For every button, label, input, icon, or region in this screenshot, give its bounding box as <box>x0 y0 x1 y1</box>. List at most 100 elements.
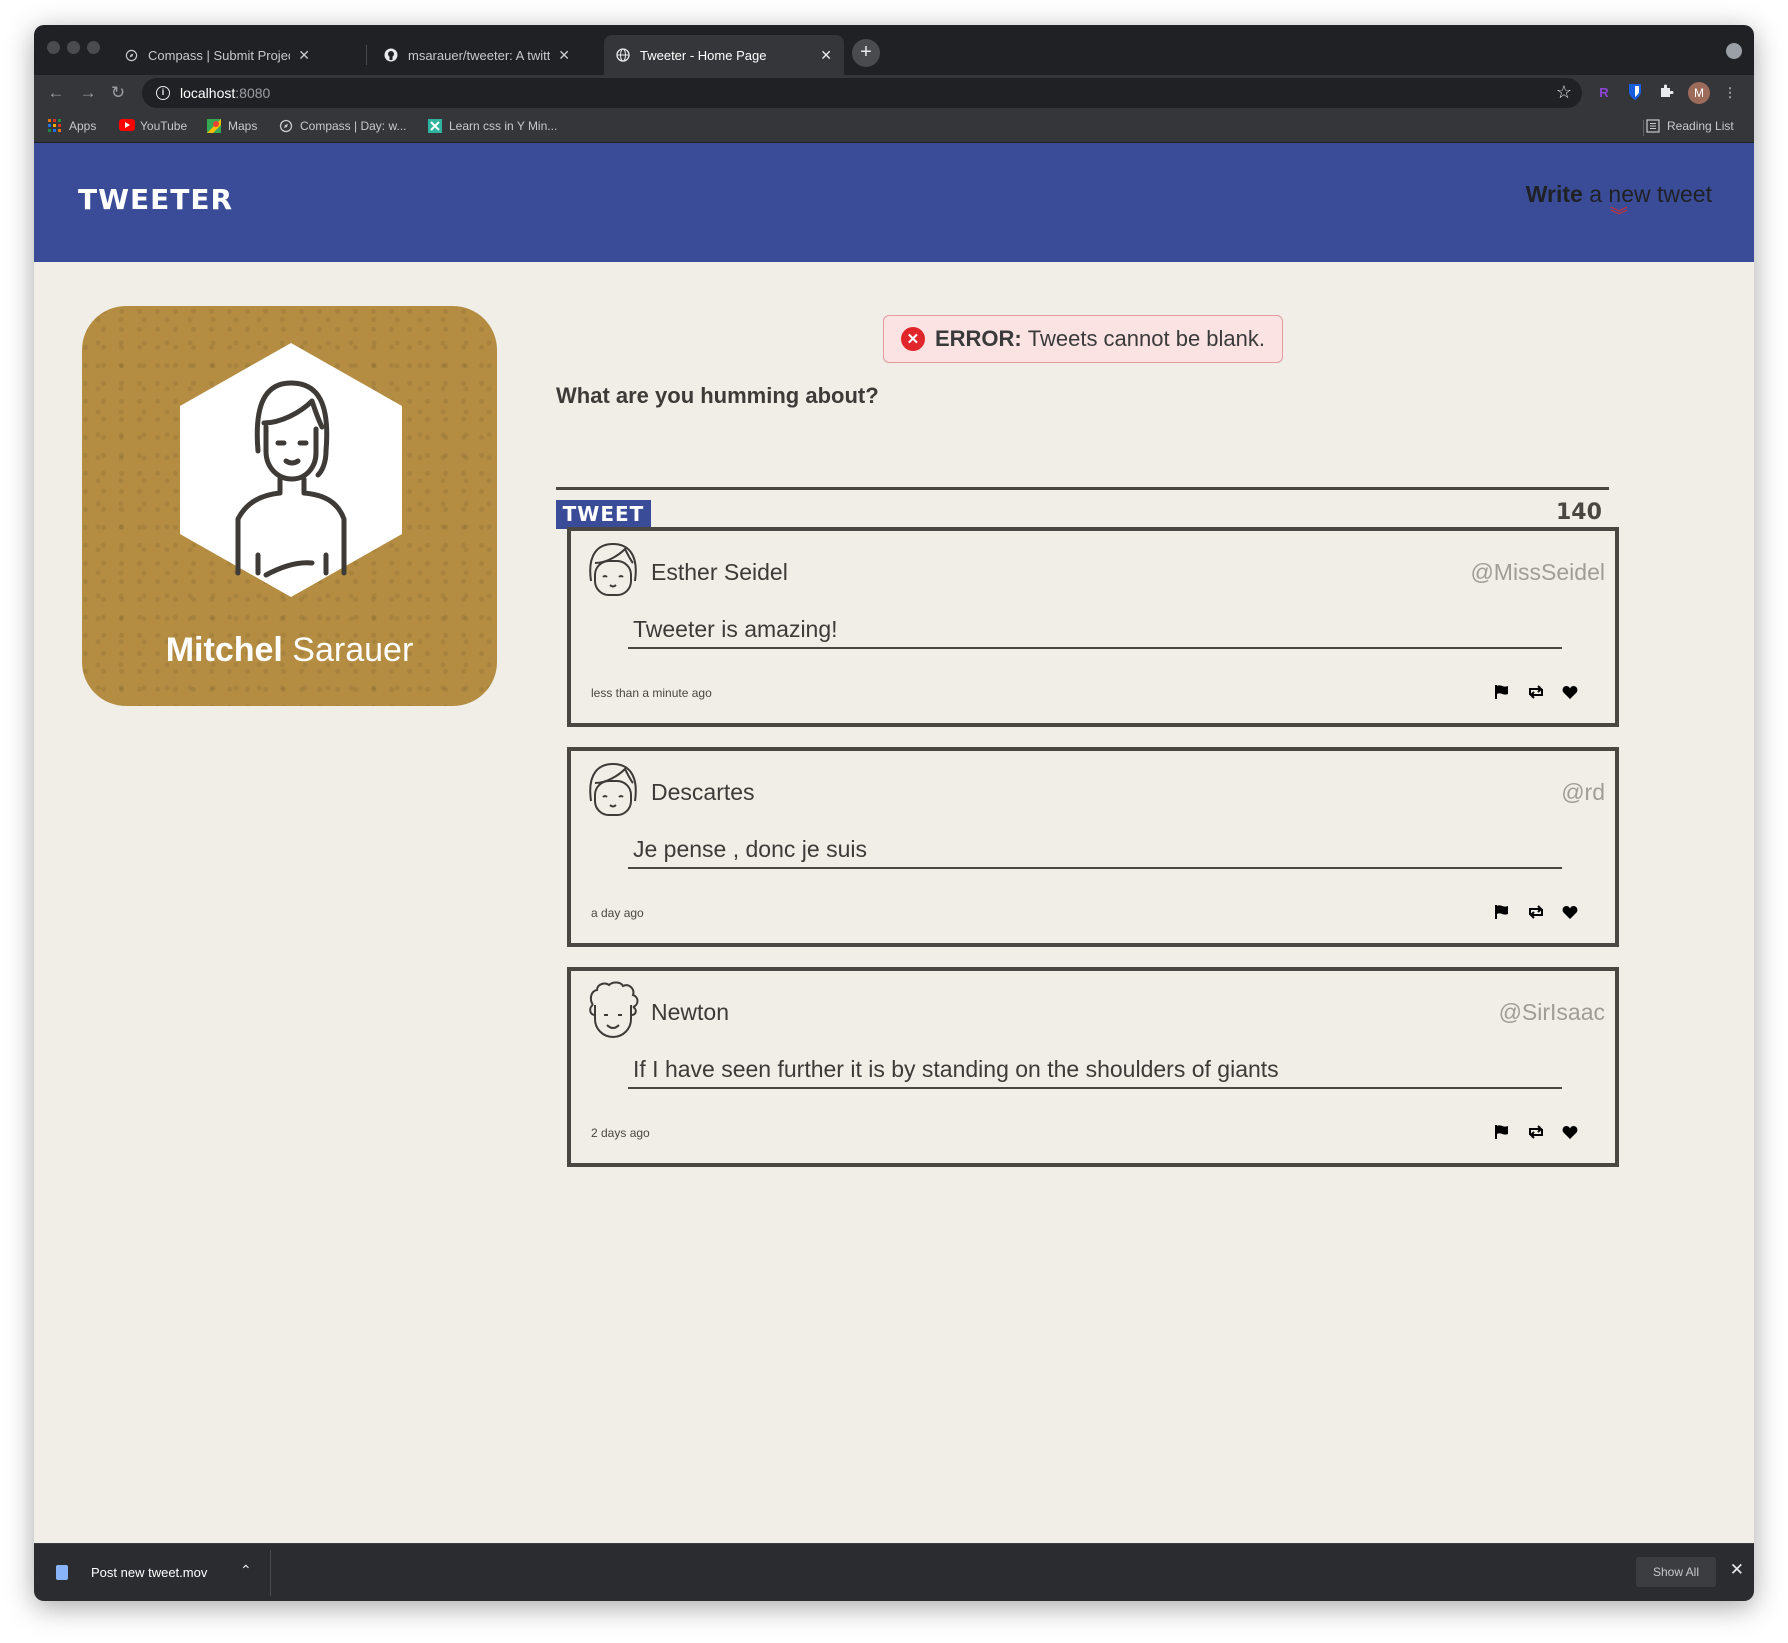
globe-favicon-icon <box>616 48 630 62</box>
tweet-article: Esther Seidel @MissSeidel Tweeter is ama… <box>567 527 1619 727</box>
close-icon[interactable]: ✕ <box>1730 1560 1744 1580</box>
download-separator <box>270 1550 271 1596</box>
error-label: ERROR: <box>934 326 1022 351</box>
flag-icon[interactable] <box>1493 1123 1511 1141</box>
tab-title: msarauer/tweeter: A twitter clo <box>408 47 551 63</box>
puzzle-extensions-icon[interactable] <box>1656 83 1676 103</box>
tab-close-icon[interactable]: ✕ <box>820 47 832 64</box>
tab-search-icon[interactable] <box>1726 43 1742 59</box>
tab-close-icon[interactable]: ✕ <box>298 47 310 64</box>
page-content: TWEETER Write a new tweet ︾ Mitchel Sara… <box>34 143 1754 1543</box>
compass-favicon-icon <box>124 48 138 62</box>
download-bar: Post new tweet.mov ⌃ Show All ✕ <box>34 1543 1754 1601</box>
youtube-icon <box>119 119 135 133</box>
bookmark-learn-css[interactable]: Learn css in Y Min... <box>428 119 557 133</box>
browser-toolbar: ← → ↻ i localhost:8080 ☆ R M ⋮ <box>34 75 1754 111</box>
retweet-icon[interactable] <box>1527 1123 1545 1141</box>
tab-separator <box>366 45 367 65</box>
show-all-button[interactable]: Show All <box>1636 1557 1716 1587</box>
reload-icon[interactable]: ↻ <box>106 81 130 105</box>
apps-grid-icon <box>48 119 62 133</box>
bookmark-star-icon[interactable]: ☆ <box>1556 82 1572 103</box>
back-arrow-icon[interactable]: ← <box>44 81 68 105</box>
tweet-author-handle: @MissSeidel <box>1470 559 1605 585</box>
flag-icon[interactable] <box>1493 683 1511 701</box>
tweet-author-handle: @SirIsaac <box>1498 999 1605 1025</box>
tweet-textarea-placeholder[interactable]: What are you humming about? <box>556 383 879 409</box>
maximize-window-button[interactable] <box>87 41 100 54</box>
minimize-window-button[interactable] <box>67 41 80 54</box>
heart-icon[interactable] <box>1561 1123 1579 1141</box>
tweet-actions <box>1493 1123 1579 1141</box>
site-header: TWEETER Write a new tweet ︾ <box>34 143 1754 262</box>
double-chevron-down-icon: ︾ <box>1609 206 1628 226</box>
tweet-actions <box>1493 683 1579 701</box>
url-text: localhost:8080 <box>180 85 271 101</box>
bookmark-maps[interactable]: Maps <box>207 119 257 133</box>
browser-window: Compass | Submit Project for E ✕ msaraue… <box>34 25 1754 1601</box>
tweet-timestamp: a day ago <box>591 906 644 920</box>
tweet-timestamp: 2 days ago <box>591 1126 650 1140</box>
reading-list-icon <box>1646 119 1660 133</box>
bookmark-apps[interactable]: Apps <box>48 119 96 133</box>
profile-name: Mitchel Sarauer <box>165 631 414 669</box>
forward-arrow-icon[interactable]: → <box>76 81 100 105</box>
girl-avatar-icon <box>589 542 637 596</box>
bookmark-youtube[interactable]: YouTube <box>119 119 187 133</box>
info-icon[interactable]: i <box>156 86 170 100</box>
heart-icon[interactable] <box>1561 903 1579 921</box>
tab-github[interactable]: msarauer/tweeter: A twitter clo ✕ <box>372 35 582 75</box>
user-avatar-icon <box>180 343 402 597</box>
tweet-article: Descartes @rd Je pense , donc je suis a … <box>567 747 1619 947</box>
learnxiny-icon <box>428 119 442 133</box>
tweet-author-handle: @rd <box>1561 779 1605 805</box>
profile-card: Mitchel Sarauer <box>82 306 497 706</box>
retweet-icon[interactable] <box>1527 903 1545 921</box>
error-x-icon: ✕ <box>900 327 925 351</box>
heart-icon[interactable] <box>1561 683 1579 701</box>
file-icon <box>56 1565 68 1580</box>
extension-r-icon[interactable]: R <box>1594 83 1614 103</box>
profile-avatar[interactable]: M <box>1688 82 1710 104</box>
tab-tweeter[interactable]: Tweeter - Home Page ✕ <box>604 35 844 75</box>
tab-strip: Compass | Submit Project for E ✕ msaraue… <box>34 25 1754 75</box>
tweet-article: Newton @SirIsaac If I have seen further … <box>567 967 1619 1167</box>
error-message: ✕ ERROR: Tweets cannot be blank. <box>883 315 1283 363</box>
chevron-up-icon[interactable]: ⌃ <box>240 1562 252 1579</box>
new-tab-button[interactable]: + <box>852 39 880 67</box>
brand-logo[interactable]: TWEETER <box>78 183 233 216</box>
retweet-icon[interactable] <box>1527 683 1545 701</box>
error-text: Tweets cannot be blank. <box>1027 326 1266 351</box>
download-filename[interactable]: Post new tweet.mov <box>91 1565 207 1580</box>
tweet-author-name: Descartes <box>651 779 755 805</box>
tab-close-icon[interactable]: ✕ <box>558 47 570 64</box>
tweet-submit-button[interactable]: TWEET <box>556 500 651 529</box>
tweet-actions <box>1493 903 1579 921</box>
tweet-content: Je pense , donc je suis <box>628 836 1562 869</box>
tweet-timestamp: less than a minute ago <box>591 686 712 700</box>
github-favicon-icon <box>384 48 398 62</box>
bitwarden-shield-icon[interactable] <box>1625 83 1645 103</box>
flag-icon[interactable] <box>1493 903 1511 921</box>
tweet-author-name: Esther Seidel <box>651 559 788 585</box>
bookmarks-bar: Apps YouTube Maps Compass | Day: w... Le… <box>34 111 1754 143</box>
boy-avatar-icon <box>589 981 639 1039</box>
maps-pin-icon <box>207 119 221 133</box>
tab-compass[interactable]: Compass | Submit Project for E ✕ <box>112 35 322 75</box>
bookmark-compass[interactable]: Compass | Day: w... <box>279 119 406 133</box>
write-new-tweet-toggle[interactable]: Write a new tweet ︾ <box>1525 181 1712 226</box>
char-counter: 140 <box>1556 500 1602 525</box>
tab-title: Tweeter - Home Page <box>640 47 767 63</box>
bookmark-separator <box>1643 120 1644 136</box>
address-bar[interactable]: i localhost:8080 ☆ <box>142 78 1582 108</box>
girl-avatar-icon <box>589 762 637 816</box>
tab-title: Compass | Submit Project for E <box>148 47 290 63</box>
close-window-button[interactable] <box>47 41 60 54</box>
write-bold-label: Write <box>1525 181 1583 207</box>
reading-list-button[interactable]: Reading List <box>1646 119 1734 133</box>
kebab-menu-icon[interactable]: ⋮ <box>1720 83 1740 103</box>
compose-underline <box>556 487 1609 490</box>
tweet-content: If I have seen further it is by standing… <box>628 1056 1562 1089</box>
tweet-author-name: Newton <box>651 999 729 1025</box>
compass-icon <box>279 119 293 133</box>
